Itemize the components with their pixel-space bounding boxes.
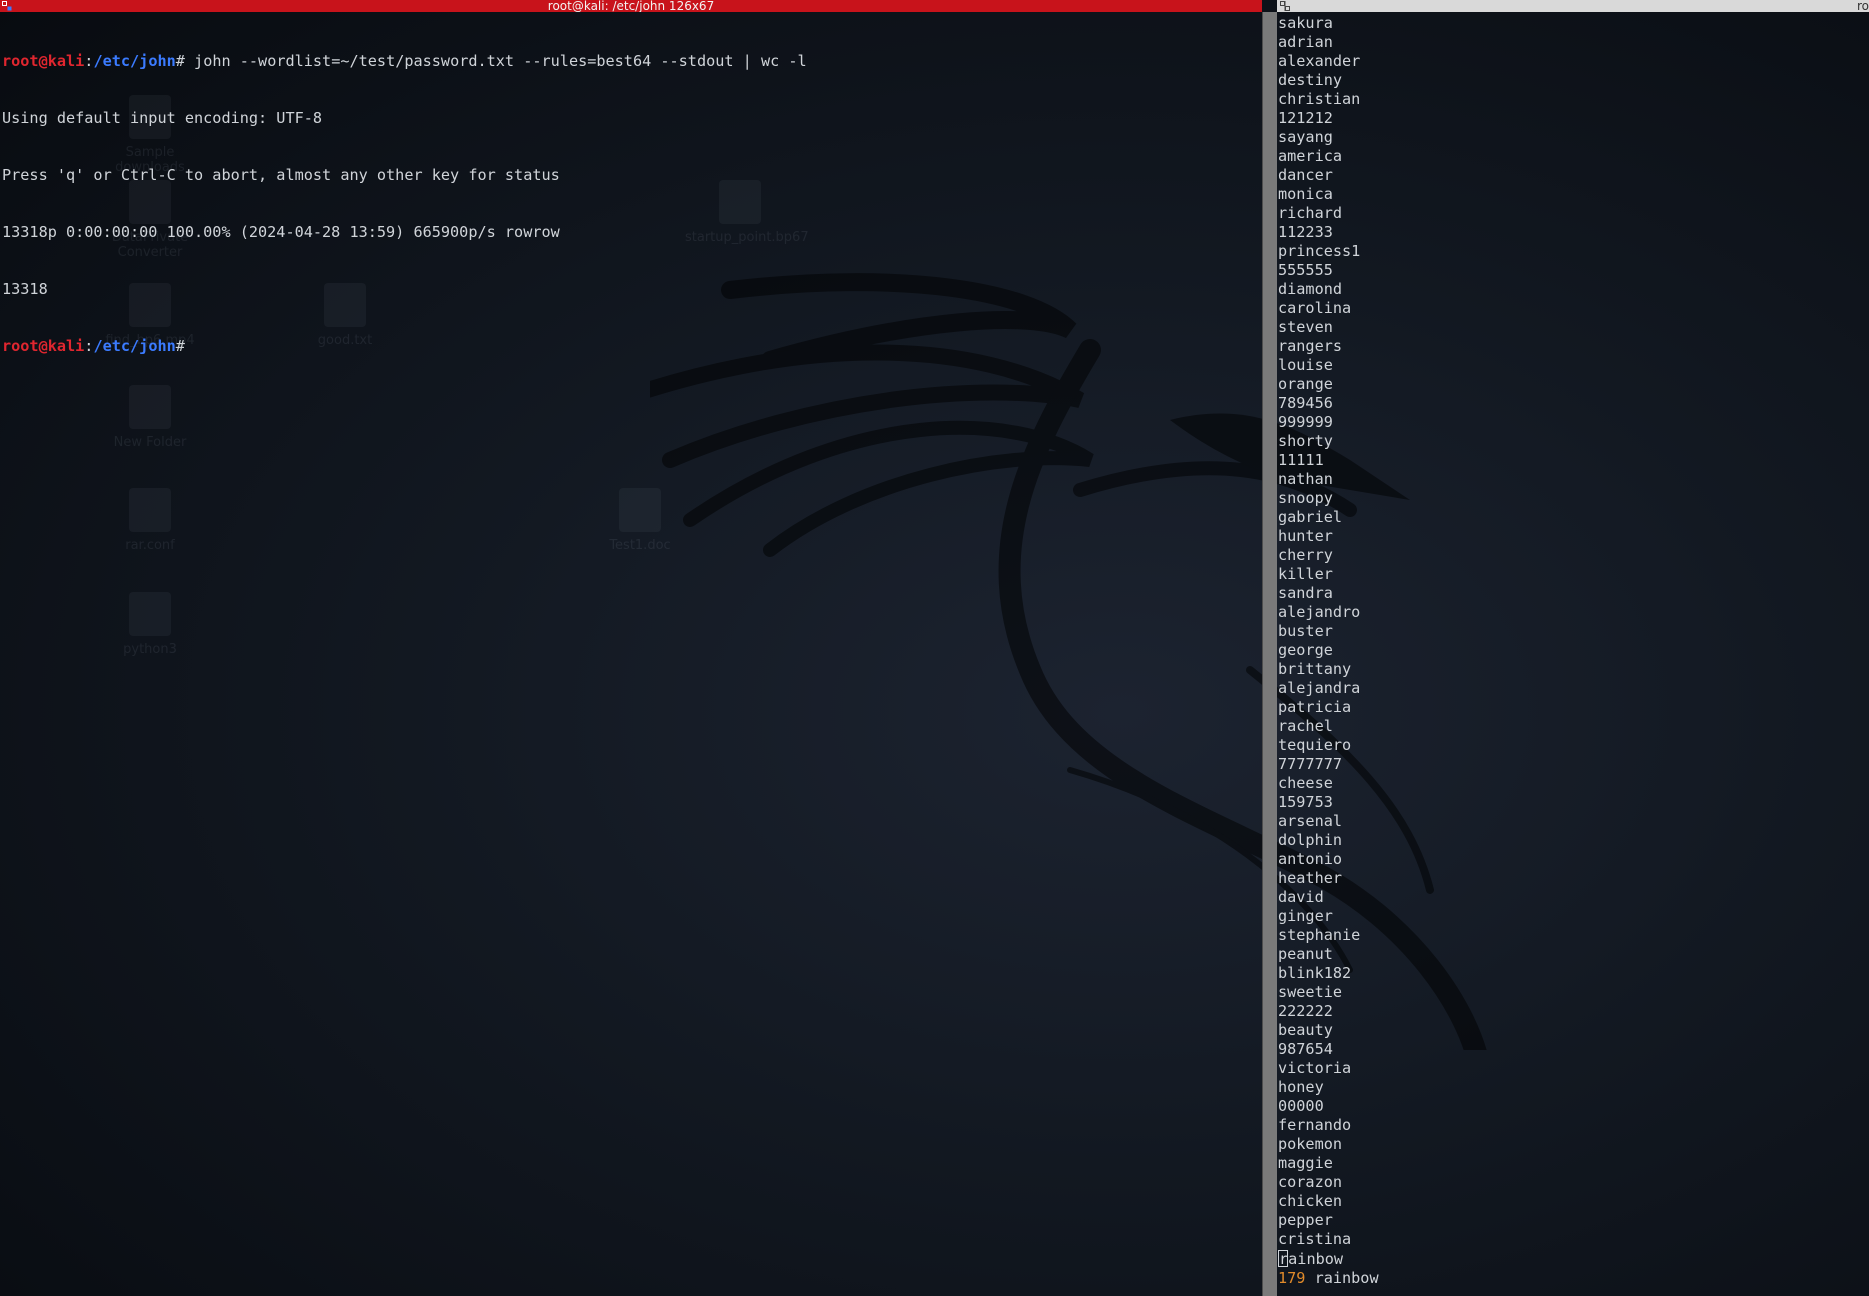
list-item: sandra bbox=[1278, 584, 1333, 602]
list-item: america bbox=[1278, 147, 1343, 165]
list-item: rangers bbox=[1278, 337, 1343, 355]
list-item: corazon bbox=[1278, 1173, 1343, 1191]
window-title: ro bbox=[1856, 0, 1869, 12]
list-item: 555555 bbox=[1278, 261, 1333, 279]
prompt-hash: # bbox=[175, 337, 185, 355]
output-line: Press 'q' or Ctrl-C to abort, almost any… bbox=[2, 166, 560, 184]
list-item: rachel bbox=[1278, 717, 1333, 735]
list-item: ginger bbox=[1278, 907, 1333, 925]
list-item: blink182 bbox=[1278, 964, 1352, 982]
window-menu-icon[interactable] bbox=[2, 1, 12, 11]
list-item: 00000 bbox=[1278, 1097, 1324, 1115]
list-item: adrian bbox=[1278, 33, 1333, 51]
list-item: maggie bbox=[1278, 1154, 1333, 1172]
list-item: arsenal bbox=[1278, 812, 1343, 830]
list-item: stephanie bbox=[1278, 926, 1361, 944]
terminal-output[interactable]: root@kali:/etc/john# john --wordlist=~/t… bbox=[2, 14, 1252, 394]
list-item: 121212 bbox=[1278, 109, 1333, 127]
list-item: victoria bbox=[1278, 1059, 1352, 1077]
list-item: killer bbox=[1278, 565, 1333, 583]
list-item: louise bbox=[1278, 356, 1333, 374]
list-item: 999999 bbox=[1278, 413, 1333, 431]
list-item: nathan bbox=[1278, 470, 1333, 488]
list-item: 7777777 bbox=[1278, 755, 1343, 773]
window-divider-scrollbar[interactable] bbox=[1262, 12, 1277, 1296]
list-item: 112233 bbox=[1278, 223, 1333, 241]
list-item: alexander bbox=[1278, 52, 1361, 70]
list-item: shorty bbox=[1278, 432, 1333, 450]
window-menu-icon[interactable] bbox=[1280, 1, 1290, 11]
list-item: 11111 bbox=[1278, 451, 1324, 469]
list-item: monica bbox=[1278, 185, 1333, 203]
list-item: tequiero bbox=[1278, 736, 1352, 754]
list-item: dolphin bbox=[1278, 831, 1343, 849]
window-titlebar[interactable]: root@kali: /etc/john 126x67 bbox=[0, 0, 1262, 12]
list-item: orange bbox=[1278, 375, 1333, 393]
line-count: 179 bbox=[1278, 1269, 1306, 1287]
prompt-user: root@kali bbox=[2, 52, 85, 70]
status-word: rainbow bbox=[1305, 1269, 1379, 1287]
list-item: snoopy bbox=[1278, 489, 1333, 507]
command-text: john --wordlist=~/test/password.txt --ru… bbox=[184, 52, 807, 70]
list-item: pepper bbox=[1278, 1211, 1333, 1229]
output-line: 13318p 0:00:00:00 100.00% (2024-04-28 13… bbox=[2, 223, 560, 241]
list-item: antonio bbox=[1278, 850, 1343, 868]
terminal-window-right[interactable]: ro sakura adrian alexander destiny christian… bbox=[1277, 0, 1869, 1296]
list-item: destiny bbox=[1278, 71, 1343, 89]
prompt-user: root@kali bbox=[2, 337, 85, 355]
list-item: honey bbox=[1278, 1078, 1324, 1096]
list-item: 222222 bbox=[1278, 1002, 1333, 1020]
list-item: diamond bbox=[1278, 280, 1343, 298]
list-item: alejandra bbox=[1278, 679, 1361, 697]
list-item: sakura bbox=[1278, 14, 1333, 32]
list-item: patricia bbox=[1278, 698, 1352, 716]
window-titlebar[interactable]: ro bbox=[1277, 0, 1869, 12]
list-item: christian bbox=[1278, 90, 1361, 108]
wordlist-output[interactable]: sakura adrian alexander destiny christian 121… bbox=[1278, 14, 1360, 1249]
list-item: cristina bbox=[1278, 1230, 1352, 1248]
prompt-path: /etc/john bbox=[93, 337, 176, 355]
list-item: sweetie bbox=[1278, 983, 1343, 1001]
list-item: steven bbox=[1278, 318, 1333, 336]
list-item: peanut bbox=[1278, 945, 1333, 963]
window-title: root@kali: /etc/john 126x67 bbox=[547, 0, 715, 12]
list-item: beauty bbox=[1278, 1021, 1333, 1039]
list-item: alejandro bbox=[1278, 603, 1361, 621]
list-item: david bbox=[1278, 888, 1324, 906]
list-item: brittany bbox=[1278, 660, 1352, 678]
list-item: fernando bbox=[1278, 1116, 1352, 1134]
list-item: buster bbox=[1278, 622, 1333, 640]
list-item: cherry bbox=[1278, 546, 1333, 564]
terminal-window-left[interactable]: root@kali: /etc/john 126x67 root@kali:/e… bbox=[0, 0, 1262, 1296]
prompt-hash: # bbox=[175, 52, 185, 70]
output-line: Using default input encoding: UTF-8 bbox=[2, 109, 323, 127]
list-item: carolina bbox=[1278, 299, 1352, 317]
pager-status-line: 179 rainbow bbox=[1278, 1269, 1379, 1288]
list-item: princess1 bbox=[1278, 242, 1361, 260]
list-item: 987654 bbox=[1278, 1040, 1333, 1058]
prompt-path: /etc/john bbox=[93, 52, 176, 70]
list-item: 159753 bbox=[1278, 793, 1333, 811]
output-line: 13318 bbox=[2, 280, 48, 298]
cursor-char: r bbox=[1279, 1250, 1289, 1268]
list-item: pokemon bbox=[1278, 1135, 1343, 1153]
list-item: gabriel bbox=[1278, 508, 1343, 526]
list-item: george bbox=[1278, 641, 1333, 659]
list-item: heather bbox=[1278, 869, 1343, 887]
cursor-line-rest: ainbow bbox=[1288, 1250, 1344, 1268]
list-item: 789456 bbox=[1278, 394, 1333, 412]
command-line[interactable]: root@kali:/etc/john# bbox=[2, 337, 1252, 356]
list-item: chicken bbox=[1278, 1192, 1343, 1210]
list-item: hunter bbox=[1278, 527, 1333, 545]
list-item: cheese bbox=[1278, 774, 1333, 792]
command-line: root@kali:/etc/john# john --wordlist=~/t… bbox=[2, 52, 1252, 71]
list-item: sayang bbox=[1278, 128, 1333, 146]
list-item: richard bbox=[1278, 204, 1343, 222]
cursor-line: rainbow bbox=[1278, 1250, 1343, 1269]
list-item: dancer bbox=[1278, 166, 1333, 184]
